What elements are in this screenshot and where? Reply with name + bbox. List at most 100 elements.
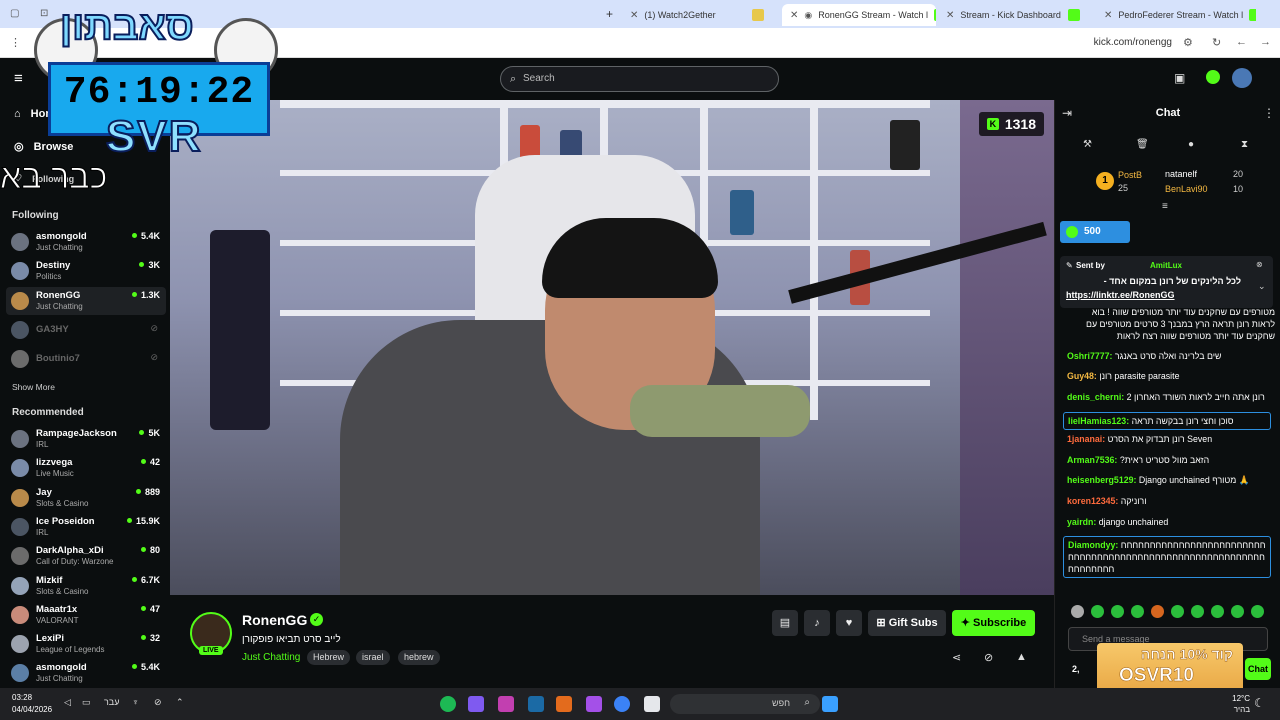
tab-pedrofederer[interactable]: ✕ PedroFederer Stream - Watch l <box>1096 4 1256 26</box>
user-avatar[interactable] <box>1232 68 1252 88</box>
sidebar-channel[interactable]: asmongold Just Chatting 5.4K <box>6 659 166 687</box>
chat-username[interactable]: lielHamias123: <box>1068 416 1132 426</box>
emote-icon[interactable] <box>1191 605 1204 618</box>
menu-dots-icon[interactable]: ⋮ <box>10 36 21 49</box>
sidebar-channel[interactable]: GA3HY ⊘ <box>6 316 166 344</box>
gift-event-badge[interactable]: 500 <box>1060 221 1130 243</box>
window-menu-icon[interactable]: ▢ <box>10 8 19 19</box>
pinned-sender[interactable]: AmitLux <box>1150 261 1182 270</box>
volume-icon[interactable]: ◁ <box>64 697 71 708</box>
chat-username[interactable]: denis_cherni: <box>1067 392 1127 402</box>
file-explorer-icon[interactable] <box>644 696 660 712</box>
video-player[interactable]: K 1318 <box>170 100 1054 595</box>
network-icon[interactable]: ⊘ <box>154 697 162 708</box>
sidebar-browse[interactable]: ◎ Browse <box>14 140 73 154</box>
mic-icon[interactable]: ♆ <box>132 697 139 707</box>
emote-icon[interactable] <box>1231 605 1244 618</box>
chevron-down-icon[interactable]: ⌄ <box>1258 281 1266 292</box>
sidebar-channel[interactable]: RonenGG Just Chatting 1.3K <box>6 286 166 315</box>
sidebar-channel[interactable]: DarkAlpha_xDi Call of Duty: Warzone 80 <box>6 542 166 570</box>
theater-mode-icon[interactable]: ▣ <box>1174 71 1185 85</box>
trash-icon[interactable]: 🗑 <box>1136 139 1149 150</box>
send-chat-button[interactable]: Chat <box>1245 658 1271 680</box>
sidebar-channel[interactable]: Ice Poseidon IRL 15.9K <box>6 513 166 541</box>
leaderboard-name[interactable]: natanelf <box>1165 169 1197 179</box>
chat-bubble-icon[interactable]: ● <box>1188 139 1194 150</box>
app-icon[interactable] <box>498 696 514 712</box>
chat-username[interactable]: Oshri7777: <box>1067 351 1115 361</box>
timer-icon[interactable]: ⧗ <box>1241 139 1248 150</box>
chat-username[interactable]: Arman7536: <box>1067 455 1120 465</box>
emote-icon[interactable] <box>1071 605 1084 618</box>
follow-button[interactable]: ♥ <box>836 610 862 636</box>
streamer-name[interactable]: RonenGG <box>242 612 307 628</box>
steam-icon[interactable] <box>528 696 544 712</box>
leaderboard-name[interactable]: BenLavi90 <box>1165 184 1208 194</box>
chrome-icon[interactable] <box>614 696 630 712</box>
emote-icon[interactable] <box>1251 605 1264 618</box>
audio-icon[interactable]: ◉ <box>804 10 812 21</box>
tab-actions-icon[interactable]: ⊡ <box>40 8 48 19</box>
discord-icon[interactable] <box>468 696 484 712</box>
tab-kick-dashboard[interactable]: ✕ Stream - Kick Dashboard <box>938 4 1084 26</box>
emote-icon[interactable] <box>1171 605 1184 618</box>
tag-hebrew[interactable]: Hebrew <box>307 650 351 665</box>
hamburger-menu-icon[interactable]: ≡ <box>14 70 23 87</box>
close-icon[interactable]: ✕ <box>946 10 954 21</box>
taskbar-clock[interactable]: 03:28 04/04/2026 <box>12 692 52 716</box>
reload-icon[interactable]: ↻ <box>1212 36 1221 49</box>
emote-icon[interactable] <box>1151 605 1164 618</box>
keyboard-language[interactable]: עבר <box>104 697 119 707</box>
tab-watch2gether[interactable]: ✕ (1) Watch2Gether <box>622 4 772 26</box>
sidebar-channel[interactable]: Destiny Politics 3K <box>6 257 166 285</box>
emote-icon[interactable] <box>1091 605 1104 618</box>
url-text[interactable]: kick.com/ronengg <box>1094 37 1172 48</box>
close-icon[interactable]: ✕ <box>1104 10 1112 21</box>
pinned-message[interactable]: ✎ Sent by AmitLux ⊗ לכל הלינקים של רונן … <box>1060 256 1273 308</box>
sidebar-channel[interactable]: asmongold Just Chatting 5.4K <box>6 228 166 256</box>
subscribe-button[interactable]: ✦ Subscribe <box>952 610 1035 636</box>
mod-hammer-icon[interactable]: ⚒ <box>1083 139 1092 150</box>
search-input[interactable]: ⌕ Search <box>500 66 779 92</box>
chat-username[interactable]: Diamondyy: <box>1068 540 1121 550</box>
weather-widget[interactable]: 12°C בהיר <box>1222 693 1250 715</box>
gift-subs-button[interactable]: ⊞ Gift Subs <box>868 610 946 636</box>
app-icon[interactable] <box>556 696 572 712</box>
share-icon[interactable]: ⋖ <box>952 651 961 664</box>
emote-icon[interactable] <box>1211 605 1224 618</box>
spotify-icon[interactable] <box>440 696 456 712</box>
chat-username[interactable]: yairdn: <box>1067 517 1099 527</box>
app-icon[interactable] <box>586 696 602 712</box>
site-settings-icon[interactable]: ⚙ <box>1183 36 1193 49</box>
sidebar-channel[interactable]: RampageJackson IRL 5K <box>6 425 166 453</box>
tray-expand-icon[interactable]: ⌃ <box>176 697 184 708</box>
clip-button[interactable]: ▤ <box>772 610 798 636</box>
tag-israel[interactable]: israel <box>356 650 390 665</box>
sidebar-channel[interactable]: Mizkif Slots & Casino 6.7K <box>6 572 166 600</box>
chat-settings-icon[interactable]: ⋮ <box>1263 106 1275 120</box>
tag-hebrew-lower[interactable]: hebrew <box>398 650 440 665</box>
new-tab-icon[interactable]: + <box>606 7 613 21</box>
kick-points-icon[interactable] <box>1206 70 1220 84</box>
unpin-icon[interactable]: ⊗ <box>1256 260 1263 269</box>
pinned-link[interactable]: https://linktr.ee/RonenGG <box>1066 290 1175 300</box>
display-icon[interactable]: ▭ <box>82 697 91 708</box>
stream-category[interactable]: Just Chatting <box>242 652 300 663</box>
expand-leaderboard-icon[interactable]: ≡ <box>1162 201 1168 212</box>
leaderboard-name[interactable]: PostB <box>1118 170 1142 180</box>
chat-username[interactable]: 1jananai: <box>1067 434 1108 444</box>
tab-ronengg[interactable]: ✕ ◉ RonenGG Stream - Watch l <box>782 4 936 26</box>
windows-start-icon[interactable] <box>822 696 838 712</box>
sidebar-channel[interactable]: Jay Slots & Casino 889 <box>6 484 166 512</box>
chat-username[interactable]: koren12345: <box>1067 496 1121 506</box>
back-icon[interactable]: ← <box>1236 36 1247 48</box>
close-icon[interactable]: ✕ <box>630 10 638 21</box>
sidebar-channel[interactable]: Maaatr1x VALORANT 47 <box>6 601 166 629</box>
report-icon[interactable]: ▲ <box>1016 651 1027 663</box>
emote-icon[interactable] <box>1131 605 1144 618</box>
chat-username[interactable]: heisenberg5129: <box>1067 475 1139 485</box>
forward-icon[interactable]: → <box>1260 36 1271 48</box>
close-icon[interactable]: ✕ <box>790 10 798 21</box>
chat-username[interactable]: Guy48: <box>1067 371 1099 381</box>
notifications-button[interactable]: ♪ <box>804 610 830 636</box>
